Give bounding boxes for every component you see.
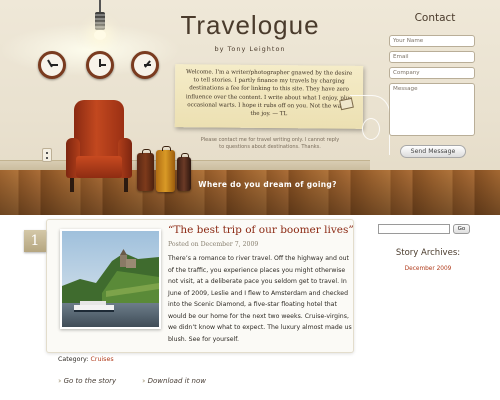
post-category: Category: Cruises xyxy=(58,356,114,363)
contact-heading: Contact xyxy=(414,12,456,24)
wall-clock-icon xyxy=(131,51,159,79)
intro-note: Welcome. I'm a writer/photographer gnawe… xyxy=(174,64,364,129)
go-to-story-label: Go to the story xyxy=(63,377,117,385)
post-number-badge: 1 xyxy=(24,230,46,252)
lamp-cord xyxy=(99,0,101,12)
send-message-button[interactable]: Send Message xyxy=(400,145,466,158)
name-field[interactable]: Your Name xyxy=(389,35,475,47)
wall-outlet-icon xyxy=(42,148,52,162)
cord-loop-decoration xyxy=(362,118,380,140)
post-date: Posted on December 7, 2009 xyxy=(168,241,259,248)
category-link[interactable]: Cruises xyxy=(90,356,113,363)
lamp-bulb xyxy=(94,30,106,40)
intro-note-text: Welcome. I'm a writer/photographer gnawe… xyxy=(185,69,353,118)
suitcase-icon xyxy=(177,153,191,191)
post-thumbnail[interactable] xyxy=(60,229,161,329)
suitcase-icon xyxy=(156,146,175,192)
go-to-story-link[interactable]: ›› Go to the story xyxy=(58,377,116,385)
post-title-link[interactable]: “The best trip of our boomer lives” xyxy=(168,224,354,236)
download-link[interactable]: ›› Download it now xyxy=(142,377,206,385)
archive-link-december-2009[interactable]: December 2009 xyxy=(378,266,478,272)
double-chevron-right-icon: ›› xyxy=(142,377,145,385)
wall-clock-icon xyxy=(38,51,66,79)
site-title[interactable]: Travelogue xyxy=(180,10,320,41)
header-scene: Travelogue by Tony Leighton Welcome. I'm… xyxy=(0,0,500,215)
company-field[interactable]: Company xyxy=(389,67,475,79)
download-label: Download it now xyxy=(147,377,206,385)
contact-disclaimer: Please contact me for travel writing onl… xyxy=(200,137,340,150)
email-field[interactable]: Email xyxy=(389,51,475,63)
story-archives-heading: Story Archives: xyxy=(395,248,461,258)
wall-clock-icon xyxy=(86,51,114,79)
suitcase-icon xyxy=(137,149,154,191)
search-input[interactable] xyxy=(378,224,450,234)
category-label: Category: xyxy=(58,356,89,363)
tagline: Where do you dream of going? xyxy=(198,180,337,189)
pendant-lamp-icon xyxy=(95,12,105,30)
message-field[interactable]: Message xyxy=(389,83,475,136)
double-chevron-right-icon: ›› xyxy=(58,377,61,385)
post-body: There’s a romance to river travel. Off t… xyxy=(168,255,352,343)
site-byline: by Tony Leighton xyxy=(214,45,286,53)
search-go-button[interactable]: Go xyxy=(453,224,470,234)
armchair-illustration xyxy=(66,100,132,195)
river-castle-photo xyxy=(62,231,159,327)
